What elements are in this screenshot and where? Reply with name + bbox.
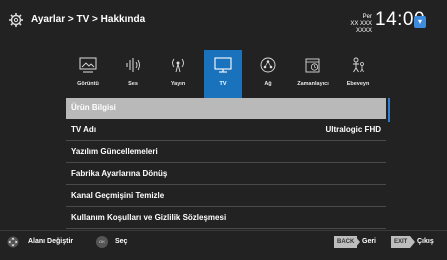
tab-sound[interactable]: Ses xyxy=(114,50,152,98)
exit-hint: Çıkış xyxy=(417,238,434,245)
scrollbar[interactable] xyxy=(388,98,390,122)
menu-item-label: Kanal Geçmişini Temizle xyxy=(71,191,165,200)
back-hint: Geri xyxy=(362,238,377,245)
select-hint: Seç xyxy=(115,238,128,245)
menu-item-label: Kullanım Koşulları ve Gizlilik Sözleşmes… xyxy=(71,213,227,222)
tab-picture[interactable]: Görüntü xyxy=(69,50,107,98)
menu-item-tv-name[interactable]: TV Adı Ultralogic FHD xyxy=(66,120,386,141)
broadcast-icon xyxy=(172,58,184,73)
exit-key-icon[interactable]: EXIT xyxy=(391,236,411,248)
menu-item-label: TV Adı xyxy=(71,125,97,134)
sound-icon xyxy=(126,58,140,72)
tab-label: TV xyxy=(219,81,227,87)
date-label: XX XXX XXXX xyxy=(350,21,372,34)
gear-icon xyxy=(9,13,23,27)
tv-settings-screen: Ayarlar > TV > Hakkında Per XX XXX XXXX … xyxy=(0,0,447,260)
tab-label: Zamanlayıcı xyxy=(297,81,329,87)
settings-tab-bar: Görüntü Ses Yayın TV Ağ Zamanlayıcı Ebev… xyxy=(67,50,380,98)
menu-item-product-info[interactable]: Ürün Bilgisi xyxy=(66,98,386,119)
parental-icon xyxy=(353,57,364,73)
ok-button-icon: OK xyxy=(96,236,108,248)
tab-label: Ebeveyn xyxy=(346,81,370,87)
menu-item-software-updates[interactable]: Yazılım Güncellemeleri xyxy=(66,142,386,163)
tab-tv[interactable]: TV xyxy=(204,50,242,98)
tab-label: Ses xyxy=(128,81,138,87)
exit-arrow-icon xyxy=(410,236,415,248)
back-arrow-icon xyxy=(355,236,360,248)
tv-icon xyxy=(214,57,232,73)
footer-divider xyxy=(0,230,447,231)
tv-settings-menu: Ürün Bilgisi TV Adı Ultralogic FHD Yazıl… xyxy=(66,98,386,230)
tab-label: Yayın xyxy=(170,81,186,87)
date-display: Per XX XXX XXXX xyxy=(340,14,372,35)
timer-icon xyxy=(305,58,320,73)
menu-item-value: Ultralogic FHD xyxy=(325,125,381,134)
menu-item-label: Fabrika Ayarlarına Dönüş xyxy=(71,169,168,178)
menu-item-factory-reset[interactable]: Fabrika Ayarlarına Dönüş xyxy=(66,164,386,185)
back-key-icon[interactable]: BACK xyxy=(334,236,358,248)
tab-timer[interactable]: Zamanlayıcı xyxy=(294,50,332,98)
tab-label: Ağ xyxy=(264,81,272,87)
tab-broadcast[interactable]: Yayın xyxy=(159,50,197,98)
tab-parental[interactable]: Ebeveyn xyxy=(339,50,377,98)
tab-network[interactable]: Ağ xyxy=(249,50,287,98)
dpad-icon xyxy=(7,236,19,248)
network-icon xyxy=(260,57,276,73)
menu-item-clear-channel-history[interactable]: Kanal Geçmişini Temizle xyxy=(66,186,386,207)
menu-item-terms-privacy[interactable]: Kullanım Koşulları ve Gizlilik Sözleşmes… xyxy=(66,208,386,229)
tab-label: Görüntü xyxy=(77,81,99,87)
menu-item-label: Yazılım Güncellemeleri xyxy=(71,147,158,156)
day-label: Per xyxy=(362,14,372,20)
picture-icon xyxy=(79,57,97,73)
menu-item-label: Ürün Bilgisi xyxy=(71,103,116,112)
move-hint: Alanı Değiştir xyxy=(28,238,74,245)
breadcrumb: Ayarlar > TV > Hakkında xyxy=(31,14,146,25)
chevron-down-icon[interactable]: ▾ xyxy=(414,16,426,28)
